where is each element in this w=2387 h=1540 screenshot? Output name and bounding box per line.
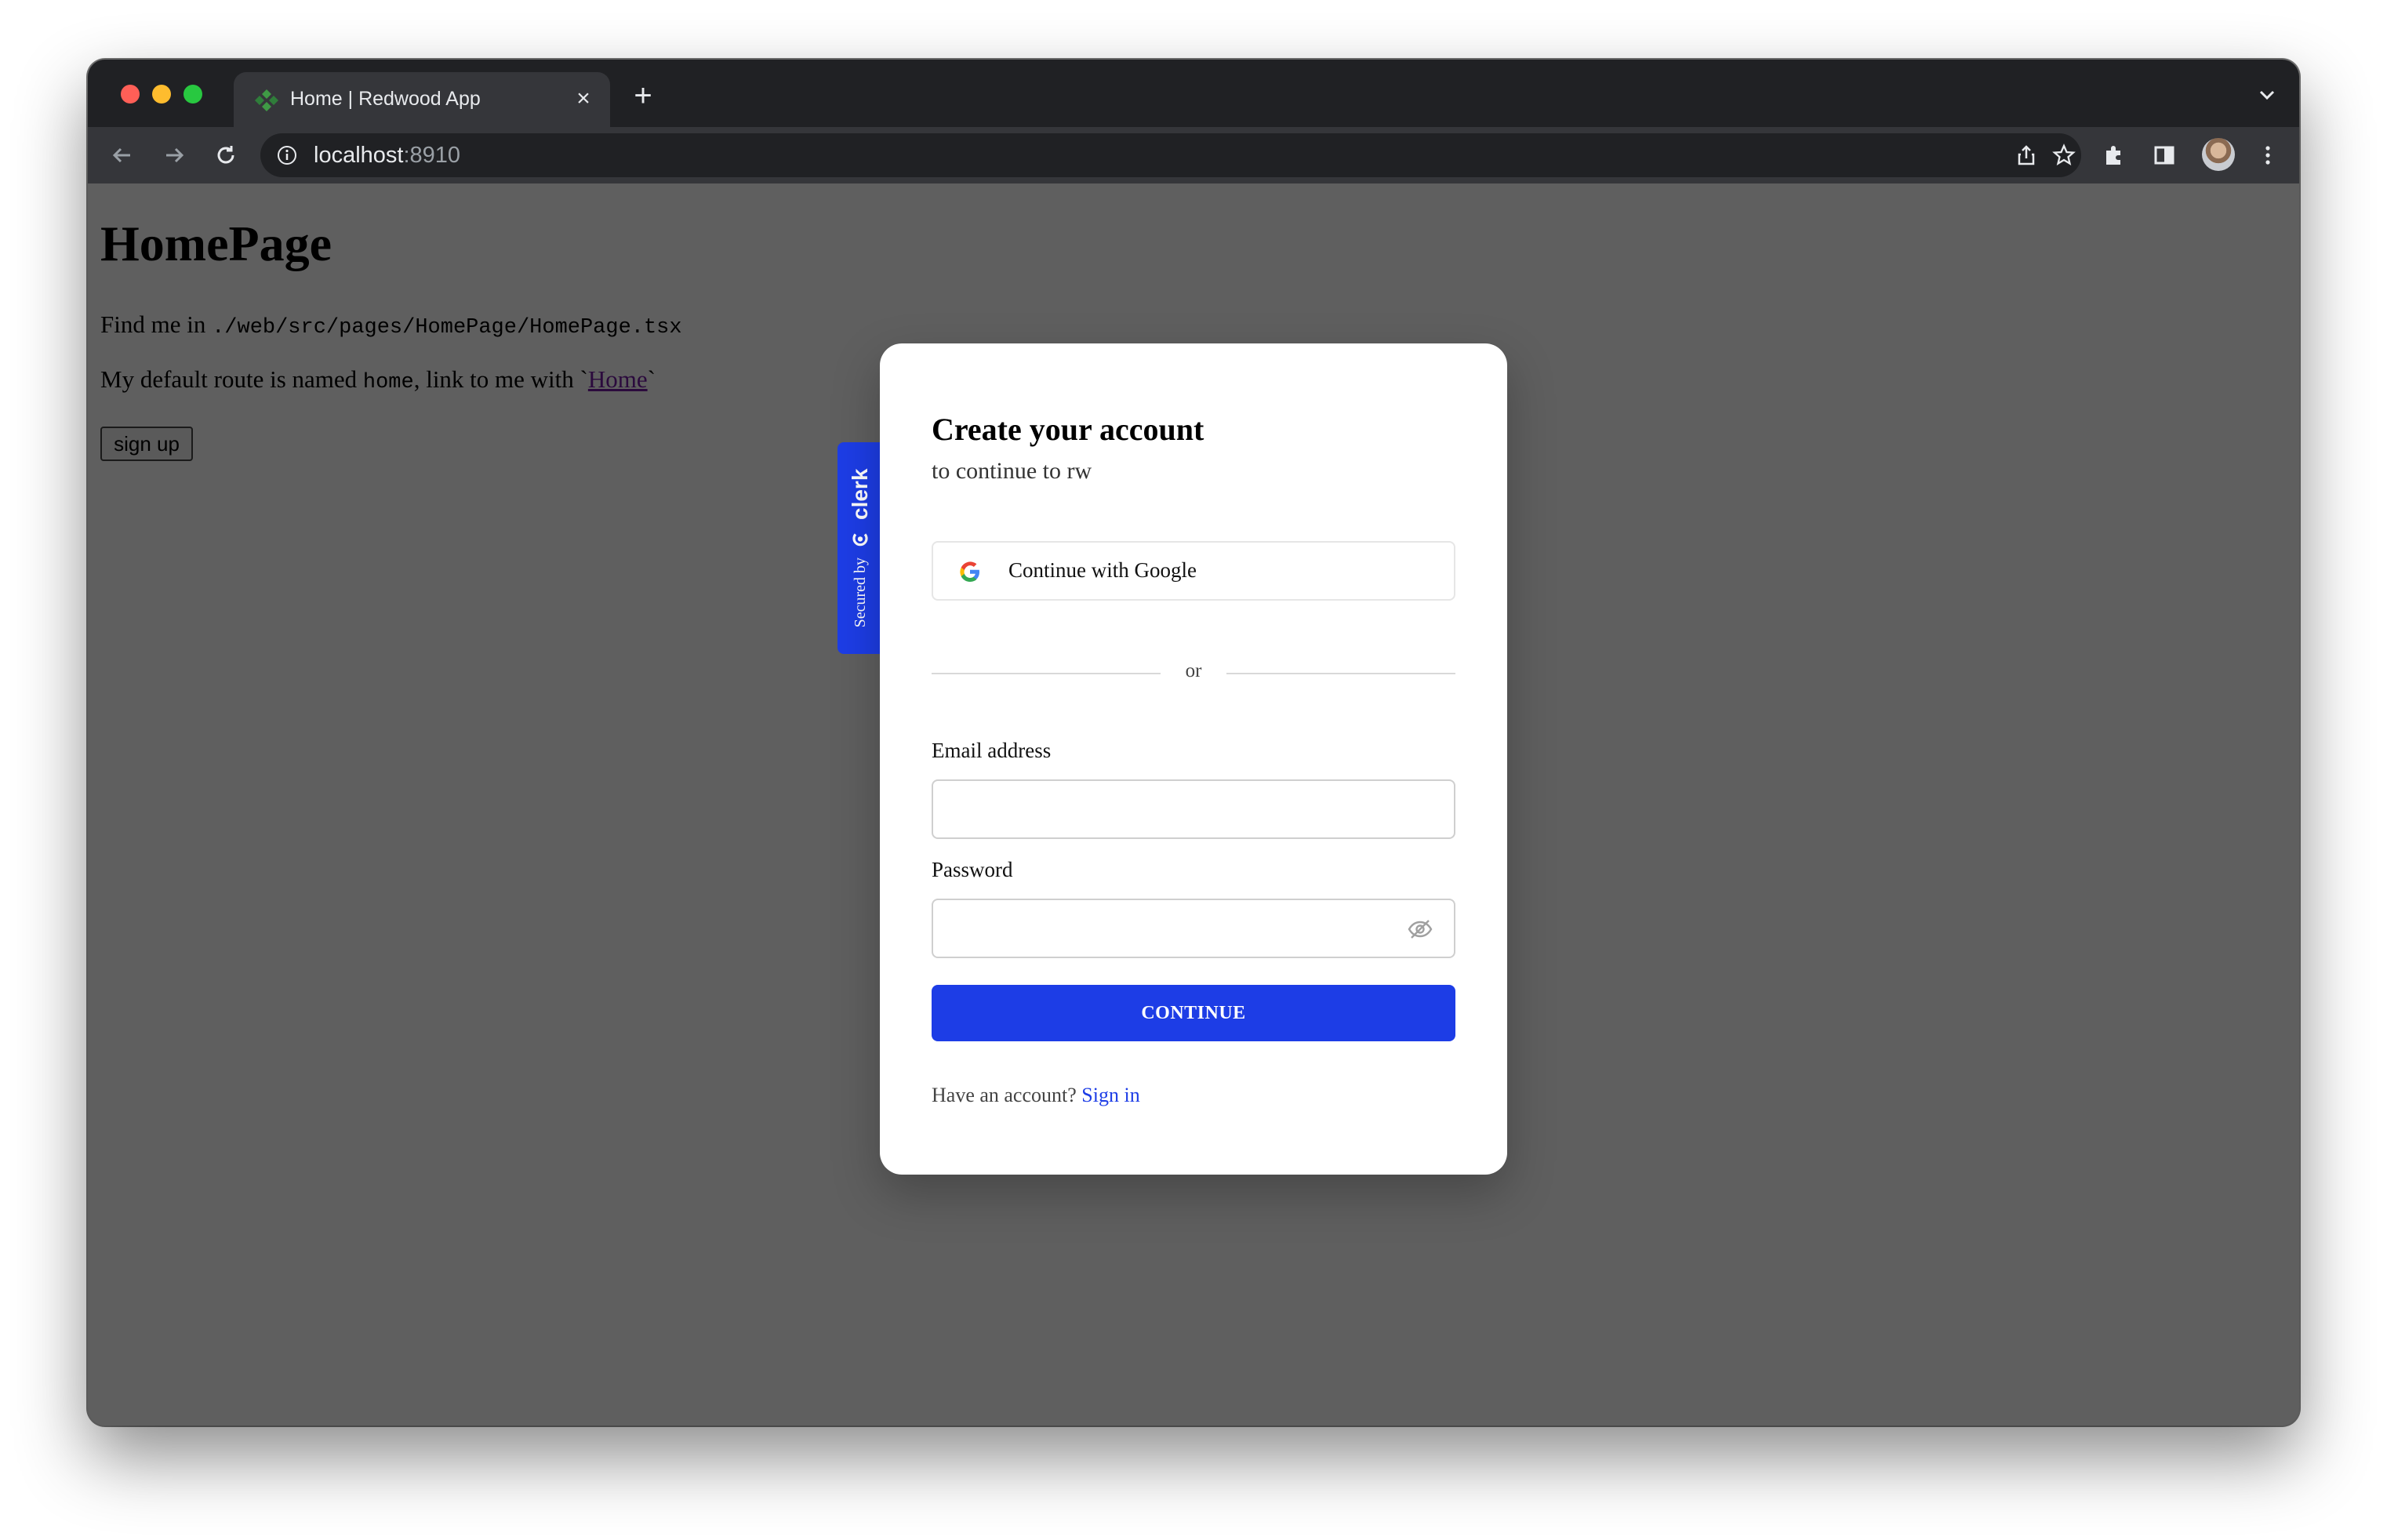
profile-avatar[interactable]: [2202, 138, 2235, 171]
find-prefix: Find me in: [100, 311, 213, 338]
forward-arrow-icon[interactable]: [160, 141, 188, 169]
sign-in-link[interactable]: Sign in: [1081, 1084, 1139, 1106]
back-arrow-icon[interactable]: [108, 141, 136, 169]
route-suffix: `: [647, 365, 656, 393]
page-heading: HomePage: [100, 216, 332, 271]
have-account-text: Have an account? Sign in: [932, 1084, 1140, 1107]
tab-title: Home | Redwood App: [290, 88, 481, 110]
google-logo-icon: [960, 561, 979, 582]
reload-icon[interactable]: [212, 141, 240, 169]
secured-by-text: Secured by: [851, 557, 869, 628]
share-icon[interactable]: [2014, 143, 2039, 168]
password-input[interactable]: [932, 899, 1455, 958]
divider-line-left: [932, 673, 1161, 674]
page-content: HomePage Find me in ./web/src/pages/Home…: [88, 183, 2299, 1426]
find-me-text: Find me in ./web/src/pages/HomePage/Home…: [100, 311, 682, 340]
route-text: My default route is named home, link to …: [100, 365, 656, 394]
sign-up-modal: Create your account to continue to rw Co…: [880, 343, 1507, 1175]
clerk-logo-icon: [852, 532, 868, 546]
continue-with-google-button[interactable]: Continue with Google: [932, 541, 1455, 601]
email-label: Email address: [932, 739, 1052, 762]
modal-title: Create your account: [932, 412, 1204, 447]
redwood-favicon-icon: [255, 89, 278, 111]
extensions-puzzle-icon[interactable]: [2100, 141, 2128, 169]
route-middle: , link to me with `: [413, 365, 588, 393]
side-panel-icon[interactable]: [2150, 141, 2178, 169]
route-prefix: My default route is named: [100, 365, 363, 393]
url-port: :8910: [403, 143, 461, 168]
clerk-brand-text: clerk: [848, 468, 872, 520]
close-window-button[interactable]: [121, 85, 140, 104]
home-link[interactable]: Home: [588, 365, 648, 393]
new-tab-plus-icon[interactable]: +: [627, 80, 659, 113]
url-text: localhost:8910: [314, 143, 460, 169]
tab-strip: Home | Redwood App × +: [88, 60, 2299, 127]
divider-or: or: [1185, 660, 1202, 681]
clerk-badge-content: Secured by clerk: [848, 469, 873, 628]
browser-toolbar: localhost:8910: [88, 127, 2299, 185]
continue-button[interactable]: CONTINUE: [932, 985, 1455, 1041]
sign-up-button[interactable]: sign up: [100, 427, 193, 461]
more-menu-icon[interactable]: [2254, 141, 2282, 169]
address-bar[interactable]: localhost:8910: [260, 133, 2081, 177]
divider-line-right: [1226, 673, 1455, 674]
footer-prefix: Have an account?: [932, 1084, 1082, 1106]
file-path: ./web/src/pages/HomePage/HomePage.tsx: [212, 316, 682, 340]
email-input[interactable]: [932, 779, 1455, 839]
google-button-label: Continue with Google: [1008, 558, 1197, 582]
tab-home[interactable]: Home | Redwood App ×: [234, 72, 610, 127]
chevron-down-icon[interactable]: [2254, 82, 2280, 108]
bookmark-star-icon[interactable]: [2051, 143, 2076, 168]
route-name: home: [362, 371, 414, 394]
show-password-eye-off-icon[interactable]: [1407, 916, 1433, 943]
url-host: localhost: [314, 143, 404, 168]
site-info-icon[interactable]: [276, 144, 298, 166]
maximize-window-button[interactable]: [183, 85, 202, 104]
tab-close-icon[interactable]: ×: [569, 85, 598, 113]
secured-by-clerk-badge[interactable]: Secured by clerk: [837, 442, 883, 654]
browser-window: Home | Redwood App × + localhost:8910 Ho…: [88, 60, 2299, 1426]
minimize-window-button[interactable]: [152, 85, 171, 104]
password-label: Password: [932, 858, 1013, 881]
modal-subtitle: to continue to rw: [932, 458, 1092, 484]
